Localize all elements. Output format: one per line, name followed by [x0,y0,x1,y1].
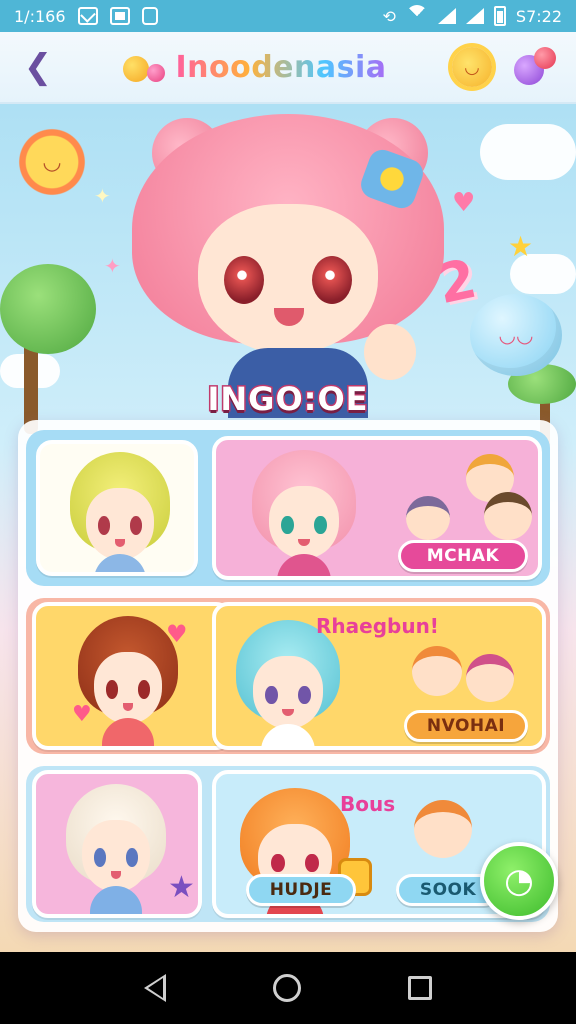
nav-home-button[interactable] [272,974,301,1002]
mail-icon [77,7,98,25]
chat-bubble-icon: ◔ [504,861,534,901]
box-icon [109,7,130,25]
nav-recents-button[interactable] [408,976,433,1000]
card-title: Bous [340,792,396,816]
character-card-blonde[interactable] [36,440,198,576]
heart-icon: ♥ [452,188,476,218]
card-row: MCHAK [26,430,550,586]
balloon-face-icon: ◡◡ [470,294,562,376]
wifi-icon [405,5,428,27]
battery-icon [493,6,506,26]
nvohai-button[interactable]: NVOHAI [404,710,528,742]
hero-character [132,114,444,418]
arrow-left-icon: ❮ [23,47,53,87]
card-title: Rhaegbun! [316,614,439,638]
vibrate-icon: ⟲ [382,6,396,26]
logo-icon [123,52,169,82]
sun-smiley-icon[interactable]: ◡ [452,47,492,87]
star-wand-icon: ★ [168,870,195,905]
signal-icon [465,8,484,24]
status-bar: 1/:166 ⟲ S7:22 [0,0,576,32]
mchak-button[interactable]: MCHAK [398,540,528,572]
shield-icon [141,7,158,25]
signal-icon [437,8,456,24]
back-button[interactable]: ❮ [18,47,58,87]
brand: Inoodenasia [58,50,452,85]
character-card-whitehair[interactable]: ★ [32,770,202,918]
sparkle-icon: ✦ [104,254,121,278]
app-title: Inoodenasia [175,49,387,85]
chat-fab-button[interactable]: ◔ [480,842,558,920]
nav-back-button[interactable] [143,974,166,1002]
system-nav-bar [0,952,576,1024]
balloons-icon[interactable] [514,47,558,87]
character-grid: MCHAK ♥ ♥ Rhaegbun! NVOHAI ★ Bous HUDJE … [18,420,558,932]
character-card-pink-group[interactable]: MCHAK [212,436,542,580]
heart-icon: ♥ [72,702,92,727]
status-left-text: 1/:166 [14,6,66,26]
clock: S7:22 [515,6,562,26]
card-row: ♥ ♥ Rhaegbun! NVOHAI [26,598,550,754]
star-icon: ★ [508,230,534,263]
character-card-bluehair[interactable]: Rhaegbun! NVOHAI [212,602,546,750]
app-header: ❮ Inoodenasia ◡ [0,32,576,104]
cloud [480,124,576,180]
character-card-redhead[interactable]: ♥ ♥ [32,602,232,750]
hudje-button[interactable]: HUDJE [246,874,356,906]
hero-label: INGO:OE [206,379,369,420]
tree [0,264,96,354]
heart-icon: ♥ [166,620,188,648]
sun-icon: ◡ [14,124,90,200]
star-icon: ✦ [94,184,111,208]
card-row: ★ Bous HUDJE SOOK [26,766,550,922]
